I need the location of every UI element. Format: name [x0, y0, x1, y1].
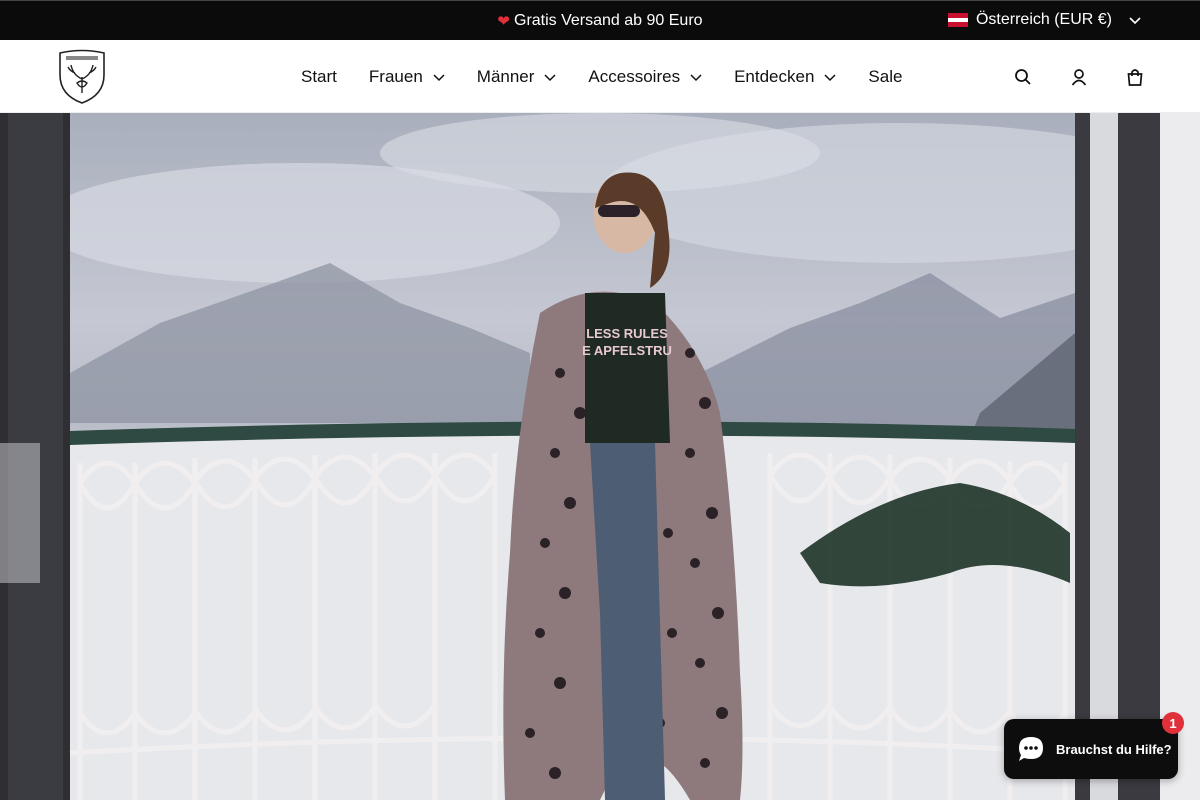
site-header: Start Frauen Männer Accessoires Entdecke…: [0, 40, 1200, 113]
country-label: Österreich (EUR €): [975, 11, 1112, 28]
announcement-text: Gratis Versand ab 90 Euro: [514, 11, 703, 29]
cart-icon[interactable]: [1126, 68, 1144, 86]
nav-maenner-label: Männer: [476, 66, 535, 86]
chevron-down-icon: [433, 73, 445, 81]
chevron-down-icon: [544, 73, 556, 81]
deer-crest-logo[interactable]: [57, 49, 107, 105]
nav-frauen-label: Frauen: [368, 66, 423, 86]
account-icon[interactable]: [1070, 68, 1088, 86]
nav-start-label: Start: [301, 66, 337, 86]
header-icons: [1014, 40, 1144, 113]
shirt-text-line1: LESS RULES: [586, 326, 668, 341]
country-selector[interactable]: Österreich (EUR €): [947, 0, 1142, 40]
chat-notification-badge: 1: [1162, 712, 1184, 734]
nav-sale-label: Sale: [868, 66, 903, 86]
chat-button[interactable]: Brauchst du Hilfe?: [1004, 719, 1178, 779]
chevron-down-icon: [1129, 17, 1141, 25]
nav-entdecken[interactable]: Entdecken: [734, 67, 836, 87]
search-icon[interactable]: [1014, 68, 1032, 86]
main-nav: Start Frauen Männer Accessoires Entdecke…: [301, 40, 934, 113]
nav-accessoires[interactable]: Accessoires: [588, 67, 702, 87]
chevron-down-icon: [824, 73, 836, 81]
hero-image: LESS RULES E APFELSTRU: [0, 113, 1200, 800]
nav-frauen[interactable]: Frauen: [369, 67, 445, 87]
nav-accessoires-label: Accessoires: [588, 66, 681, 86]
austria-flag-icon: [947, 13, 968, 28]
nav-start[interactable]: Start: [301, 67, 337, 87]
chat-bubble-icon: [1019, 737, 1043, 761]
nav-entdecken-label: Entdecken: [734, 66, 815, 86]
chevron-down-icon: [690, 73, 702, 81]
chat-label: Brauchst du Hilfe?: [1056, 741, 1172, 757]
nav-sale[interactable]: Sale: [868, 67, 902, 87]
shirt-text-line2: E APFELSTRU: [582, 343, 672, 358]
hero-banner[interactable]: LESS RULES E APFELSTRU: [0, 113, 1200, 800]
heart-icon: ❤: [497, 12, 510, 30]
nav-maenner[interactable]: Männer: [477, 67, 557, 87]
